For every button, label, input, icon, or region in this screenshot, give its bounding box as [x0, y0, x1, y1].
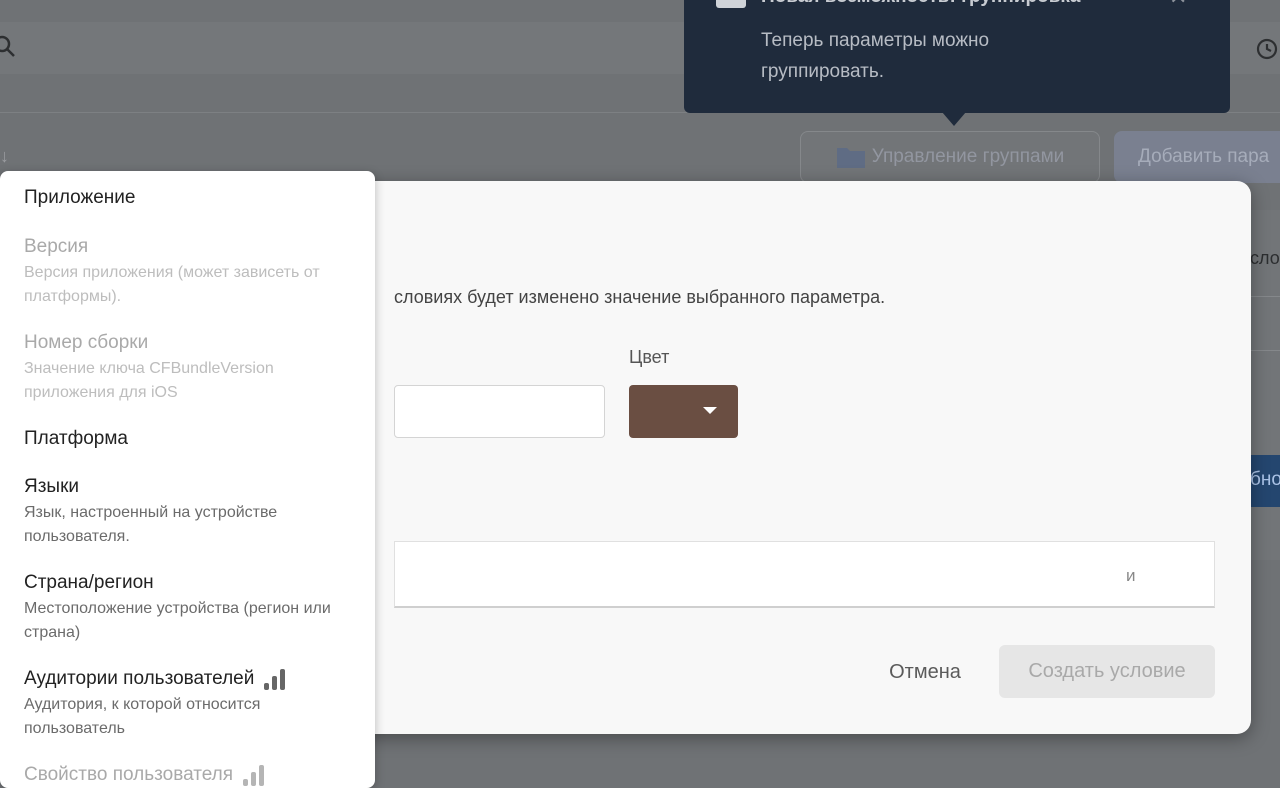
- menu-item-version: Версия Версия приложения (может зависеть…: [24, 235, 354, 309]
- menu-item-platform[interactable]: Платформа: [24, 427, 354, 451]
- condition-connector: и: [1126, 566, 1136, 585]
- color-select[interactable]: [629, 385, 738, 438]
- menu-item-subtitle: Местоположение устройства (регион или ст…: [24, 600, 331, 641]
- create-condition-button: Создать условие: [999, 645, 1215, 698]
- folder-icon: [836, 148, 865, 168]
- menu-item-title: Номер сборки: [24, 332, 149, 353]
- create-condition-dialog: словиях будет изменено значение выбранно…: [0, 171, 1251, 788]
- manage-groups-label: Управление группами: [871, 146, 1065, 167]
- cancel-button[interactable]: Отмена: [873, 647, 977, 697]
- condition-row[interactable]: и: [394, 541, 1215, 608]
- search-icon[interactable]: [0, 34, 18, 65]
- divider: [1250, 296, 1280, 297]
- background-publish-button[interactable]: бно: [1250, 455, 1280, 507]
- menu-item-title-row: Аудитории пользователей: [24, 667, 354, 691]
- menu-item-app[interactable]: Приложение: [24, 186, 354, 210]
- toast-body: Теперь параметры можно группировать.: [761, 30, 990, 82]
- close-icon[interactable]: ✕: [1169, 0, 1187, 10]
- toast-title: Новая возможность: группировка: [761, 0, 1081, 8]
- condition-name-input[interactable]: [394, 385, 605, 438]
- menu-item-title-row: Свойство пользователя: [24, 763, 354, 787]
- menu-item-subtitle: Версия приложения (может зависеть от пла…: [24, 264, 320, 305]
- menu-item-title: Аудитории пользователей: [24, 668, 255, 689]
- add-parameter-button[interactable]: Добавить пара: [1114, 131, 1280, 183]
- history-icon[interactable]: [1254, 36, 1280, 67]
- feature-toast: Новая возможность: группировка ✕ Теперь …: [684, 0, 1230, 126]
- menu-item-title: Свойство пользователя: [24, 764, 234, 785]
- divider: [1250, 350, 1280, 351]
- menu-item-user-audiences[interactable]: Аудитории пользователей Аудитория, к кот…: [24, 667, 354, 741]
- toast-icon: [716, 0, 746, 8]
- manage-groups-button[interactable]: Управление группами: [800, 131, 1100, 183]
- chevron-down-icon: [703, 407, 717, 414]
- condition-type-menu: Приложение Версия Версия приложения (мож…: [0, 171, 375, 788]
- menu-item-subtitle: Язык, настроенный на устройстве пользова…: [24, 504, 278, 545]
- menu-item-build-number: Номер сборки Значение ключа CFBundleVers…: [24, 331, 354, 405]
- menu-item-subtitle: Аудитория, к которой относится пользоват…: [24, 696, 261, 737]
- analytics-bars-icon: [264, 668, 286, 690]
- menu-item-title: Версия: [24, 236, 89, 257]
- menu-item-title: Языки: [24, 476, 80, 497]
- menu-item-country[interactable]: Страна/регион Местоположение устройства …: [24, 571, 354, 645]
- menu-item-languages[interactable]: Языки Язык, настроенный на устройстве по…: [24, 475, 354, 549]
- toast-pointer: [942, 112, 966, 126]
- background-column-header: сло: [1250, 248, 1280, 268]
- menu-item-subtitle: Значение ключа CFBundleVersion приложени…: [24, 360, 274, 401]
- color-label: Цвет: [629, 347, 670, 367]
- menu-item-user-property: Свойство пользователя: [24, 763, 354, 787]
- add-parameter-label: Добавить пара: [1138, 146, 1270, 167]
- analytics-bars-icon: [243, 764, 265, 786]
- menu-item-title: Приложение: [24, 187, 136, 208]
- dialog-description: словиях будет изменено значение выбранно…: [394, 287, 886, 307]
- menu-item-title: Страна/регион: [24, 572, 154, 593]
- menu-item-title: Платформа: [24, 428, 128, 449]
- sort-arrow-icon[interactable]: ↓: [0, 146, 9, 167]
